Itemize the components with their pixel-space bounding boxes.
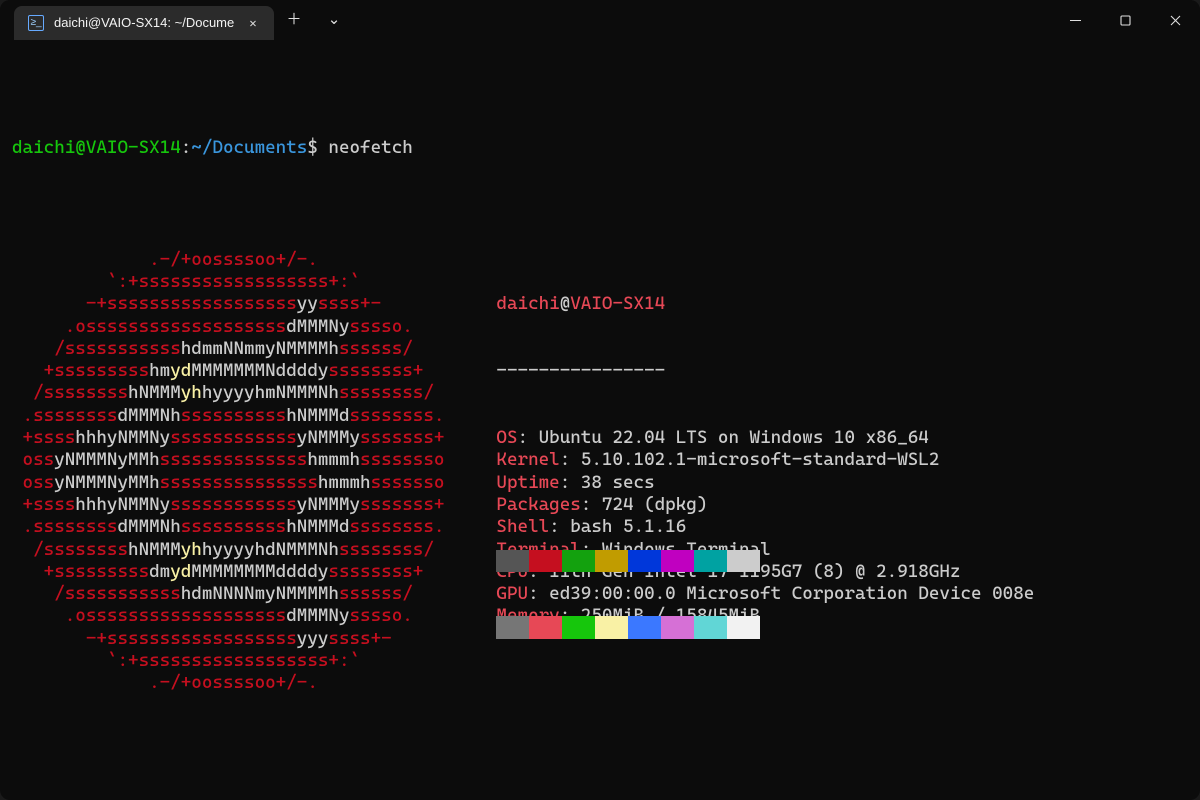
command-text: neofetch bbox=[328, 137, 412, 159]
tab-title: daichi@VAIO-SX14: ~/Docume bbox=[54, 12, 234, 34]
color-swatch bbox=[496, 616, 529, 638]
color-swatch bbox=[562, 616, 595, 638]
prompt-user-host: daichi@VAIO-SX14 bbox=[12, 137, 181, 159]
close-button[interactable] bbox=[1150, 0, 1200, 40]
prompt-path: ~/Documents bbox=[191, 137, 307, 159]
color-swatch bbox=[694, 550, 727, 572]
neofetch-info-row: Uptime: 38 secs bbox=[496, 472, 1034, 494]
terminal-viewport[interactable]: daichi@VAIO-SX14:~/Documents$ neofetch .… bbox=[0, 40, 1200, 800]
color-swatches bbox=[496, 505, 1034, 527]
neofetch-separator: ---------------- bbox=[496, 360, 1034, 382]
color-swatch bbox=[661, 616, 694, 638]
color-swatch bbox=[661, 550, 694, 572]
new-tab-button[interactable]: ＋ bbox=[274, 0, 314, 40]
color-swatch bbox=[595, 616, 628, 638]
tab-active[interactable]: ≥_ daichi@VAIO-SX14: ~/Docume ✕ bbox=[14, 6, 274, 40]
color-swatch bbox=[628, 616, 661, 638]
tab-close-button[interactable]: ✕ bbox=[244, 14, 262, 32]
color-swatch bbox=[628, 550, 661, 572]
color-swatch bbox=[562, 550, 595, 572]
color-swatch bbox=[727, 550, 760, 572]
neofetch-header: daichi@VAIO-SX14 bbox=[496, 293, 1034, 315]
terminal-window: ≥_ daichi@VAIO-SX14: ~/Docume ✕ ＋ ⌄ daic… bbox=[0, 0, 1200, 800]
prompt-line: daichi@VAIO-SX14:~/Documents$ neofetch bbox=[12, 137, 1188, 159]
neofetch-info-row: Kernel: 5.10.102.1-microsoft-standard-WS… bbox=[496, 449, 1034, 471]
titlebar: ≥_ daichi@VAIO-SX14: ~/Docume ✕ ＋ ⌄ bbox=[0, 0, 1200, 40]
neofetch-info: daichi@VAIO-SX14 ---------------- OS: Ub… bbox=[496, 249, 1034, 695]
tab-dropdown-button[interactable]: ⌄ bbox=[314, 0, 354, 40]
color-swatch bbox=[694, 616, 727, 638]
color-swatch bbox=[595, 550, 628, 572]
minimize-button[interactable] bbox=[1050, 0, 1100, 40]
neofetch-logo: .-/+oossssoo+/-. `:+ssssssssssssssssss+:… bbox=[12, 249, 444, 695]
titlebar-drag-area[interactable] bbox=[354, 0, 1050, 40]
color-swatch bbox=[727, 616, 760, 638]
color-swatch bbox=[529, 616, 562, 638]
color-swatch bbox=[529, 550, 562, 572]
color-swatch bbox=[496, 550, 529, 572]
neofetch-info-row: OS: Ubuntu 22.04 LTS on Windows 10 x86_6… bbox=[496, 427, 1034, 449]
neofetch-output: .-/+oossssoo+/-. `:+ssssssssssssssssss+:… bbox=[12, 249, 1188, 695]
maximize-button[interactable] bbox=[1100, 0, 1150, 40]
powershell-icon: ≥_ bbox=[28, 15, 44, 31]
